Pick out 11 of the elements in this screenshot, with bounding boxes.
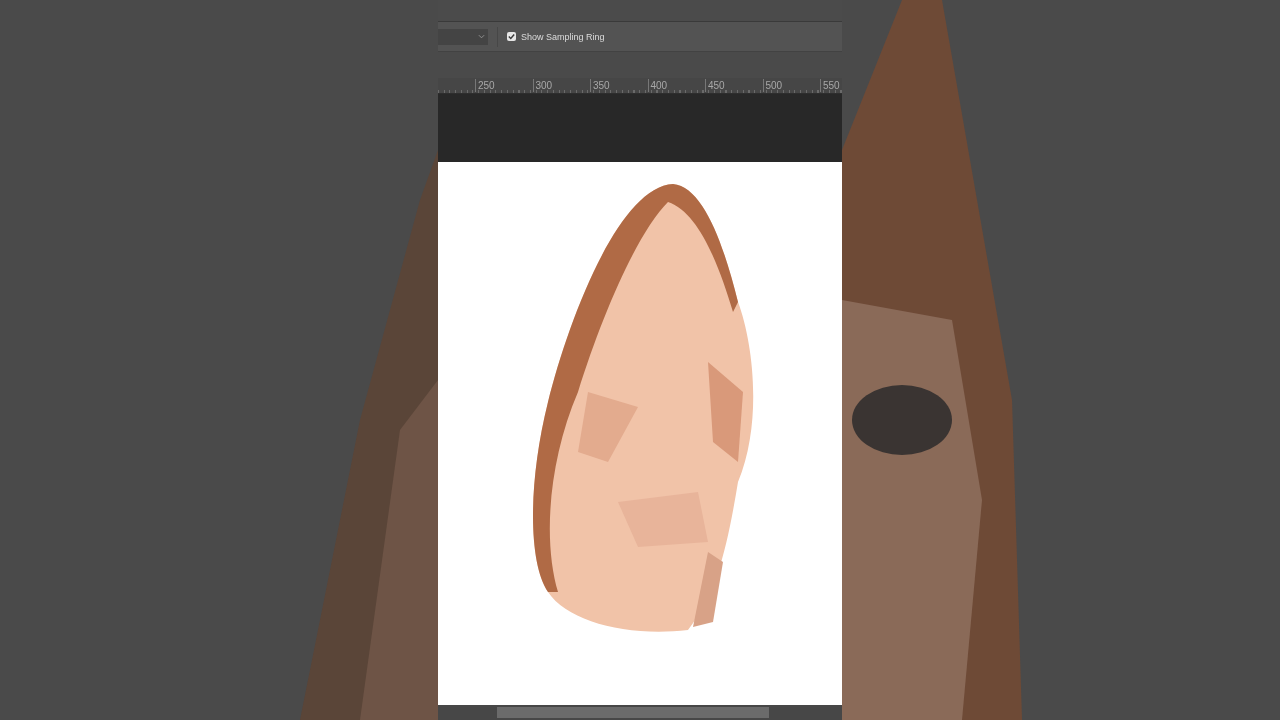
ruler-label: 500 — [762, 79, 820, 92]
checkbox[interactable] — [507, 32, 516, 41]
ruler-label: 450 — [705, 79, 763, 92]
checkbox-label: Show Sampling Ring — [521, 31, 605, 42]
caret-icon — [478, 34, 485, 39]
ruler-label: 350 — [590, 79, 648, 92]
ruler-label: 250 — [475, 79, 533, 92]
dropdown[interactable] — [438, 28, 488, 45]
ruler-label: 300 — [532, 79, 590, 92]
scrollbar-thumb[interactable] — [497, 707, 769, 718]
ruler-label: 400 — [647, 79, 705, 92]
